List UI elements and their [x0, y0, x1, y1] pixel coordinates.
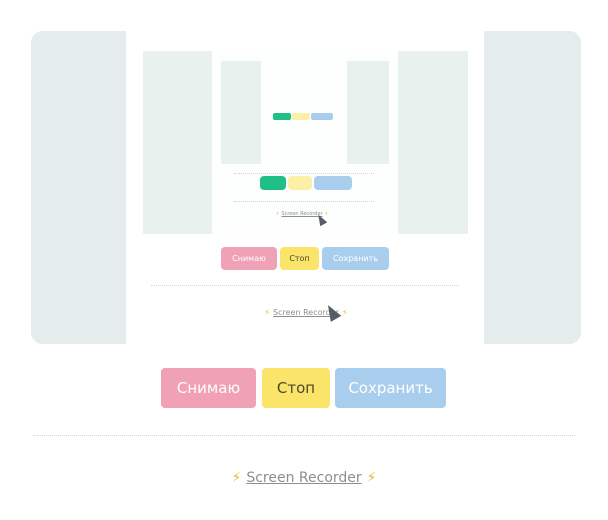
bolt-icon: ⚡	[324, 211, 329, 217]
preview-separator	[151, 285, 459, 286]
screen-recorder-link-label: Screen Recorder	[246, 470, 362, 486]
nested-preview: ⚡ Screen Recorder ⚡	[143, 51, 468, 234]
screen-preview: ⚡ Screen Recorder ⚡ Снимаю Стоп Сохранит…	[31, 31, 581, 344]
preview-recorder-link: ⚡ Screen Recorder ⚡	[264, 307, 348, 317]
save-button-small	[314, 176, 352, 190]
bolt-icon: ⚡	[264, 307, 271, 317]
save-button-mini	[311, 113, 333, 120]
screen-recorder-page: ⚡ Screen Recorder ⚡ Снимаю Стоп Сохранит…	[0, 0, 608, 520]
record-button-small	[260, 176, 286, 190]
screen-recorder-link[interactable]: ⚡ Screen Recorder ⚡	[204, 467, 404, 489]
save-button[interactable]: Сохранить	[335, 368, 446, 408]
nested-separator-2	[234, 201, 374, 202]
preview-side-right	[484, 31, 581, 344]
record-button-mini	[273, 113, 291, 120]
bolt-icon: ⚡	[341, 307, 348, 317]
nested-preview-inner-panel	[261, 61, 347, 164]
preview-panel: ⚡ Screen Recorder ⚡ Снимаю Стоп Сохранит…	[126, 31, 484, 344]
nested-recorder-link: ⚡ Screen Recorder ⚡	[275, 211, 329, 217]
save-button-preview: Сохранить	[322, 247, 389, 270]
nested-preview-panel: ⚡ Screen Recorder ⚡	[212, 51, 398, 234]
bolt-icon: ⚡	[231, 470, 242, 486]
bolt-icon: ⚡	[366, 470, 377, 486]
stop-button-mini	[292, 113, 310, 120]
bolt-icon: ⚡	[275, 211, 280, 217]
preview-side-left	[31, 31, 126, 344]
stop-button[interactable]: Стоп	[262, 368, 330, 408]
stop-button-small	[288, 176, 312, 190]
record-button-preview: Снимаю	[221, 247, 277, 270]
divider	[33, 435, 575, 436]
nested-separator	[234, 173, 374, 174]
record-button[interactable]: Снимаю	[161, 368, 256, 408]
nested-preview-inner	[221, 61, 389, 164]
stop-button-preview: Стоп	[280, 247, 319, 270]
